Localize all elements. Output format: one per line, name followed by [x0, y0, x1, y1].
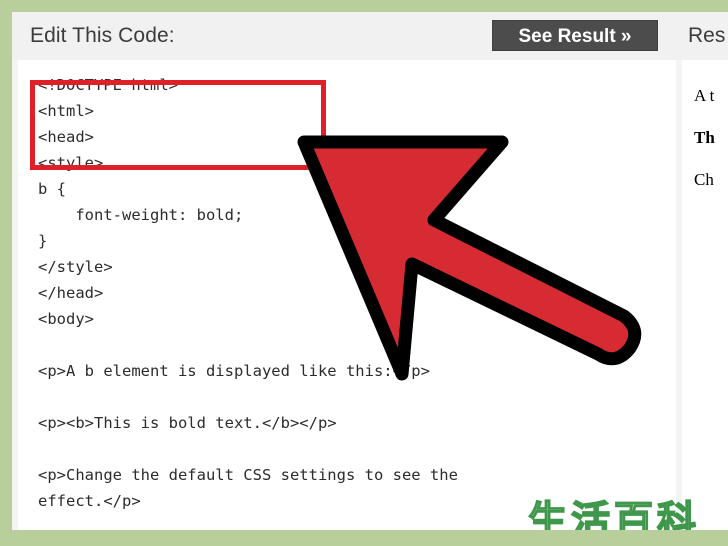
- result-line-3: Ch: [694, 170, 714, 189]
- see-result-button[interactable]: See Result »: [492, 20, 658, 51]
- header-strip: Edit This Code: See Result » Res: [12, 12, 728, 60]
- page-canvas: Edit This Code: See Result » Res <!DOCTY…: [12, 12, 728, 530]
- code-editor-text[interactable]: <!DOCTYPE html> <html> <head> <style> b …: [38, 72, 458, 514]
- result-line-2-bold: Th: [694, 128, 715, 147]
- result-panel-title: Res: [688, 24, 726, 47]
- result-line-1: A t: [694, 86, 715, 105]
- code-editor-pane[interactable]: <!DOCTYPE html> <html> <head> <style> b …: [12, 60, 662, 530]
- result-preview-pane: A t Th Ch: [676, 60, 728, 530]
- page-title-edit-this-code: Edit This Code:: [30, 24, 175, 47]
